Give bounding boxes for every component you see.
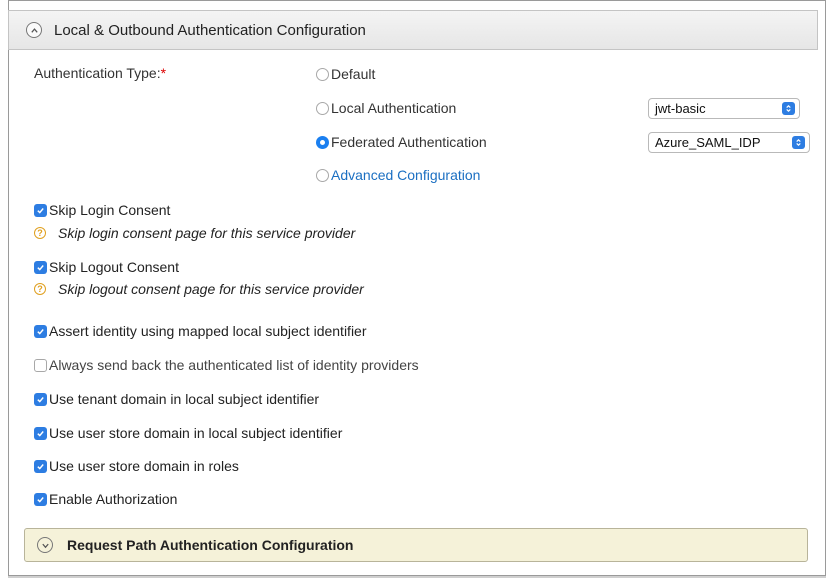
help-icon: ? [34, 227, 46, 239]
federated-auth-select-value: Azure_SAML_IDP [655, 135, 761, 150]
enable-authorization-checkbox[interactable] [34, 492, 47, 506]
option-user-store-domain-roles[interactable]: Use user store domain in roles [34, 458, 239, 474]
assert-identity-checkbox[interactable] [34, 324, 47, 338]
advanced-configuration-link[interactable]: Advanced Configuration [331, 167, 480, 183]
option-assert-identity[interactable]: Assert identity using mapped local subje… [34, 323, 367, 339]
section-title: Local & Outbound Authentication Configur… [54, 21, 366, 39]
user-store-domain-subject-label: Use user store domain in local subject i… [49, 425, 343, 441]
tenant-domain-checkbox[interactable] [34, 392, 47, 406]
send-back-idp-list-label: Always send back the authenticated list … [49, 357, 419, 373]
send-back-idp-list-checkbox[interactable] [34, 358, 47, 372]
user-store-domain-roles-label: Use user store domain in roles [49, 458, 239, 474]
select-arrows-icon [782, 102, 795, 115]
radio-default-label: Default [331, 66, 376, 82]
local-auth-select-value: jwt-basic [655, 101, 706, 116]
request-path-title: Request Path Authentication Configuratio… [67, 537, 354, 553]
option-user-store-domain-subject[interactable]: Use user store domain in local subject i… [34, 425, 342, 441]
radio-default[interactable]: Default [316, 66, 375, 82]
skip-login-checkbox[interactable] [34, 203, 47, 217]
skip-logout-help: ? Skip logout consent page for this serv… [34, 281, 364, 297]
skip-login-label: Skip Login Consent [49, 202, 171, 218]
radio-default-input[interactable] [316, 67, 329, 81]
select-arrows-icon [792, 136, 805, 149]
tenant-domain-label: Use tenant domain in local subject ident… [49, 391, 320, 407]
skip-logout-label: Skip Logout Consent [49, 259, 179, 275]
chevron-up-icon[interactable] [26, 22, 42, 38]
radio-local-input[interactable] [316, 101, 329, 115]
chevron-down-icon[interactable] [37, 537, 53, 553]
option-send-back-idp-list[interactable]: Always send back the authenticated list … [34, 357, 419, 373]
user-store-domain-subject-checkbox[interactable] [34, 426, 47, 440]
radio-federated-authentication[interactable]: Federated Authentication [316, 134, 487, 150]
assert-identity-label: Assert identity using mapped local subje… [49, 323, 367, 339]
auth-type-label-text: Authentication Type: [34, 65, 161, 81]
required-marker: * [160, 65, 167, 81]
skip-login-help: ? Skip login consent page for this servi… [34, 225, 355, 241]
radio-federated-input[interactable] [316, 135, 329, 149]
radio-federated-label: Federated Authentication [331, 134, 487, 150]
section-header[interactable]: Local & Outbound Authentication Configur… [8, 10, 818, 50]
skip-logout-help-text: Skip logout consent page for this servic… [58, 281, 364, 297]
auth-type-label: Authentication Type:* [34, 65, 166, 81]
federated-auth-select[interactable]: Azure_SAML_IDP [648, 132, 810, 153]
skip-login-consent[interactable]: Skip Login Consent [34, 202, 170, 218]
radio-advanced-configuration[interactable]: Advanced Configuration [316, 167, 480, 183]
radio-advanced-input[interactable] [316, 168, 329, 182]
skip-logout-consent[interactable]: Skip Logout Consent [34, 259, 179, 275]
skip-logout-checkbox[interactable] [34, 260, 47, 274]
help-icon: ? [34, 283, 46, 295]
radio-local-label: Local Authentication [331, 100, 457, 116]
enable-authorization-label: Enable Authorization [49, 491, 178, 507]
user-store-domain-roles-checkbox[interactable] [34, 459, 47, 473]
local-auth-select[interactable]: jwt-basic [648, 98, 800, 119]
request-path-panel[interactable]: Request Path Authentication Configuratio… [24, 528, 808, 562]
option-tenant-domain[interactable]: Use tenant domain in local subject ident… [34, 391, 319, 407]
radio-local-authentication[interactable]: Local Authentication [316, 100, 456, 116]
option-enable-authorization[interactable]: Enable Authorization [34, 491, 177, 507]
skip-login-help-text: Skip login consent page for this service… [58, 225, 356, 241]
